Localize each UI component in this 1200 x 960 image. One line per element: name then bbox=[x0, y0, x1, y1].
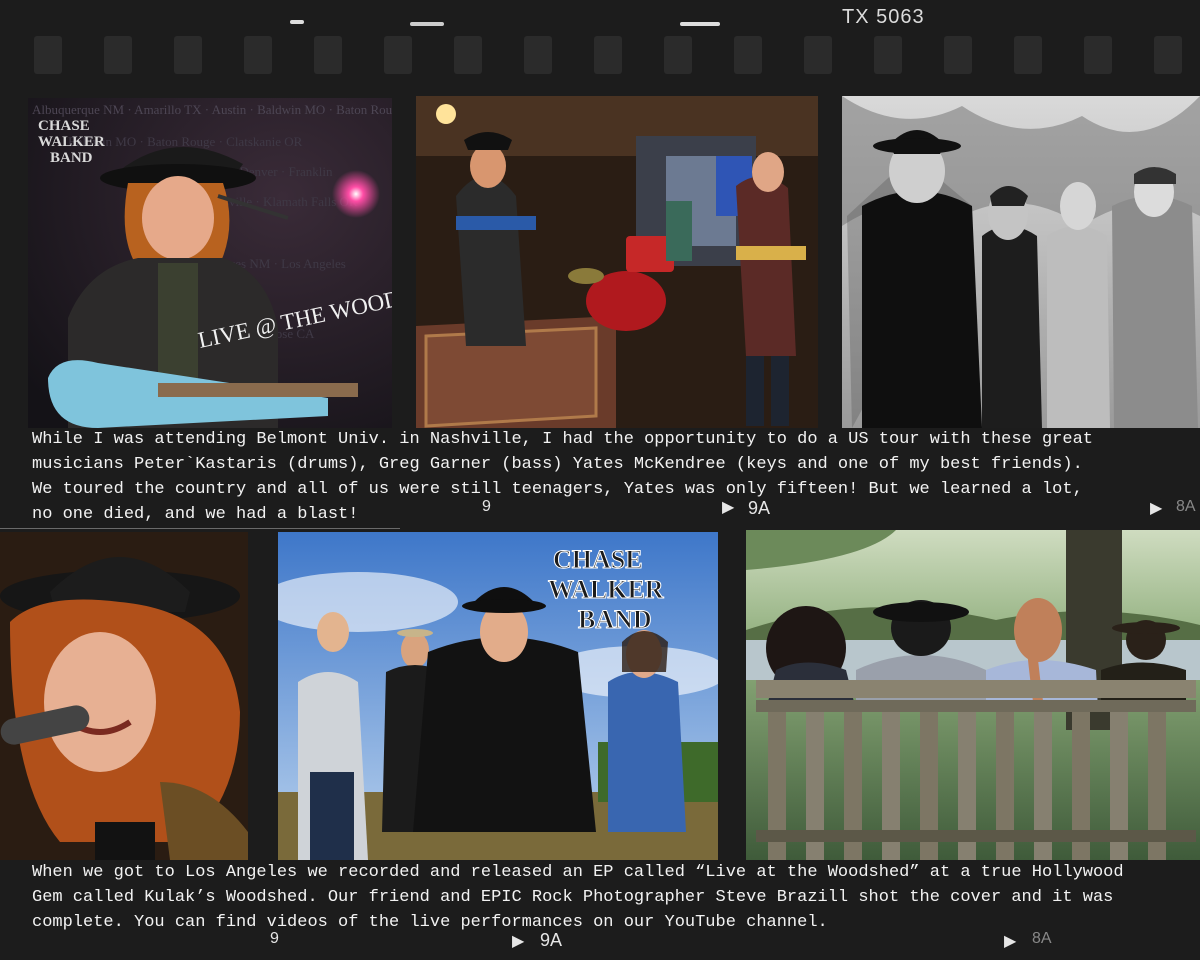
sprocket-hole bbox=[594, 36, 622, 74]
frame-number-mark: 9A bbox=[748, 498, 771, 518]
sprocket-hole bbox=[944, 36, 972, 74]
frame-number-mark: 9 bbox=[482, 498, 491, 515]
svg-text:BAND: BAND bbox=[50, 150, 93, 166]
frame-arrow-mark: ▶ bbox=[1150, 500, 1163, 517]
frame-arrow-mark: ▶ bbox=[722, 499, 735, 516]
svg-text:BAND: BAND bbox=[578, 605, 652, 634]
svg-text:CHASE: CHASE bbox=[38, 118, 90, 134]
sprocket-hole bbox=[874, 36, 902, 74]
sprocket-hole bbox=[34, 36, 62, 74]
film-strip-top: TX 5063 bbox=[0, 0, 1200, 90]
frame-arrow-mark: ▶ bbox=[512, 933, 525, 950]
album-cover-photo: Albuquerque NM · Amarillo TX · Austin · … bbox=[28, 98, 392, 428]
sprocket-hole bbox=[524, 36, 552, 74]
svg-text:WALKER: WALKER bbox=[548, 575, 664, 604]
bench-lake-photo bbox=[746, 530, 1200, 860]
sprocket-hole bbox=[244, 36, 272, 74]
sprocket-hole bbox=[734, 36, 762, 74]
sprocket-hole bbox=[454, 36, 482, 74]
frame-arrow-mark: ▶ bbox=[1004, 933, 1017, 950]
film-dash-mark bbox=[680, 22, 720, 26]
sprocket-hole bbox=[664, 36, 692, 74]
film-dash-mark bbox=[290, 20, 304, 24]
sprocket-hole bbox=[804, 36, 832, 74]
sprocket-hole bbox=[384, 36, 412, 74]
frame-number-mark: 9A bbox=[540, 930, 563, 950]
live-performance-photo bbox=[416, 96, 818, 428]
tour-cities-text: Albuquerque NM · Amarillo TX · Austin · … bbox=[32, 102, 392, 117]
caption-belmont-tour: While I was attending Belmont Univ. in N… bbox=[32, 430, 1093, 524]
svg-text:CHASE: CHASE bbox=[553, 545, 643, 574]
sprocket-hole bbox=[1014, 36, 1042, 74]
sprocket-hole bbox=[104, 36, 132, 74]
film-dash-mark bbox=[410, 22, 444, 26]
frame-number-mark: 8A bbox=[1032, 930, 1052, 947]
caption-los-angeles-ep: When we got to Los Angeles we recorded a… bbox=[32, 863, 1124, 932]
film-edge-code: TX 5063 bbox=[842, 6, 925, 28]
sprocket-hole bbox=[1084, 36, 1112, 74]
sprocket-hole bbox=[174, 36, 202, 74]
film-divider bbox=[0, 528, 400, 529]
singer-closeup-photo bbox=[0, 532, 248, 860]
sprocket-hole bbox=[1154, 36, 1182, 74]
sprocket-hole bbox=[314, 36, 342, 74]
frame-number-mark: 8A bbox=[1176, 498, 1196, 515]
band-promo-photo: CHASE WALKER BAND bbox=[278, 532, 718, 860]
svg-text:WALKER: WALKER bbox=[38, 134, 105, 150]
frame-number-mark: 9 bbox=[270, 930, 279, 947]
band-portrait-bw-photo bbox=[842, 96, 1200, 428]
